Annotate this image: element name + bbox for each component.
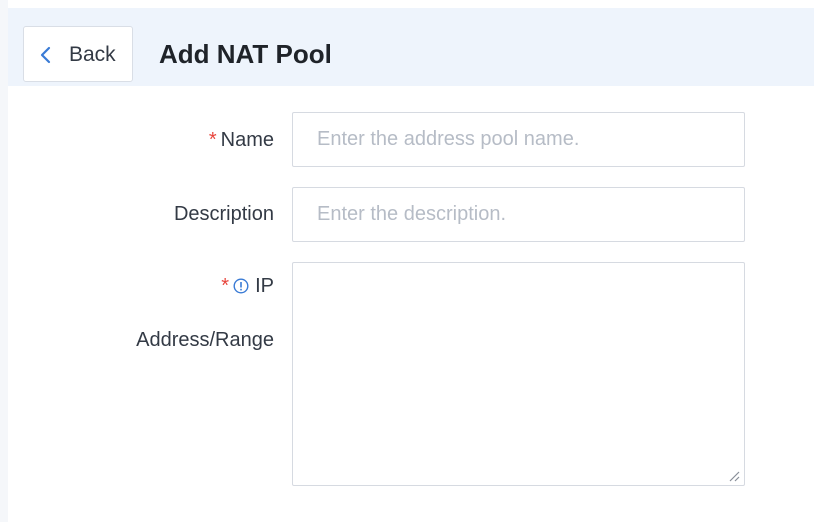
name-label: * Name [209,126,274,154]
ip-range-label-line1: IP [255,275,274,297]
ip-range-label: * IP [221,272,274,300]
back-button-label: Back [69,43,116,66]
name-input[interactable] [292,112,745,167]
ip-range-label-line2: Address/Range [136,329,274,351]
left-edge-strip [0,0,8,522]
name-label-text: Name [220,129,274,151]
required-mark: * [221,275,230,297]
description-input[interactable] [292,187,745,242]
description-label: Description [174,200,274,228]
page: Back Add NAT Pool *Name Description * IP… [0,0,814,522]
page-title: Add NAT Pool [159,39,332,69]
resize-handle-icon[interactable] [728,470,740,482]
required-mark: * [208,129,217,151]
ip-range-textarea[interactable] [292,262,745,486]
description-label-text: Description [173,203,274,225]
chevron-left-icon [40,46,51,64]
info-circle-icon[interactable] [233,278,249,294]
back-button[interactable]: Back [23,26,133,82]
ip-range-label-second-line: Address/Range [136,326,274,354]
